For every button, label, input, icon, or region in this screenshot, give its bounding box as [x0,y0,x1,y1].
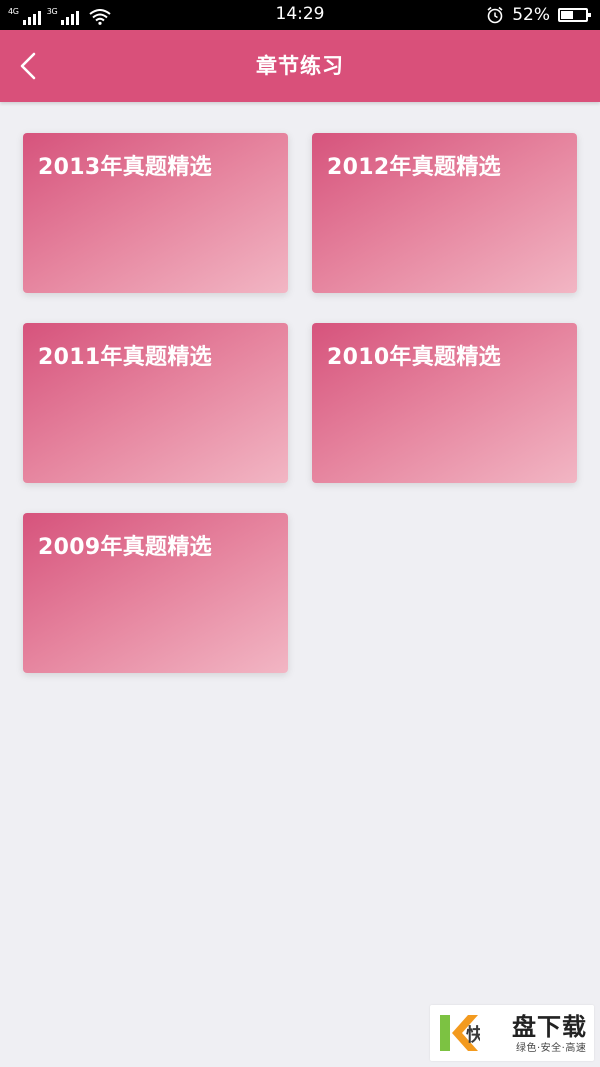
watermark-k-icon: 快 [436,1011,480,1055]
battery-percent: 52% [512,5,550,25]
watermark-tagline: 绿色·安全·高速 [516,1043,587,1054]
exam-card-2013[interactable]: 2013年真题精选 [23,133,288,293]
exam-card-2012[interactable]: 2012年真题精选 [312,133,577,293]
card-title: 2012年真题精选 [327,155,501,180]
watermark-logo: 快 盘下载 绿色·安全·高速 [430,1005,594,1061]
app-header: 章节练习 [0,30,600,102]
status-bar: 4G 3G 14:29 52% [0,0,600,30]
exam-card-2009[interactable]: 2009年真题精选 [23,513,288,673]
page-title: 章节练习 [256,54,344,78]
status-right: 52% [486,4,591,26]
alarm-icon [487,6,503,24]
card-title: 2013年真题精选 [38,155,212,180]
card-title: 2009年真题精选 [38,535,212,560]
watermark-name: 盘下载 [512,1013,587,1041]
battery-icon [558,8,591,22]
watermark-logo-char: 快 [466,1024,480,1046]
card-title: 2011年真题精选 [38,345,212,370]
exam-card-2011[interactable]: 2011年真题精选 [23,323,288,483]
battery-fill [561,11,574,19]
card-title: 2010年真题精选 [327,345,501,370]
exam-card-2010[interactable]: 2010年真题精选 [312,323,577,483]
